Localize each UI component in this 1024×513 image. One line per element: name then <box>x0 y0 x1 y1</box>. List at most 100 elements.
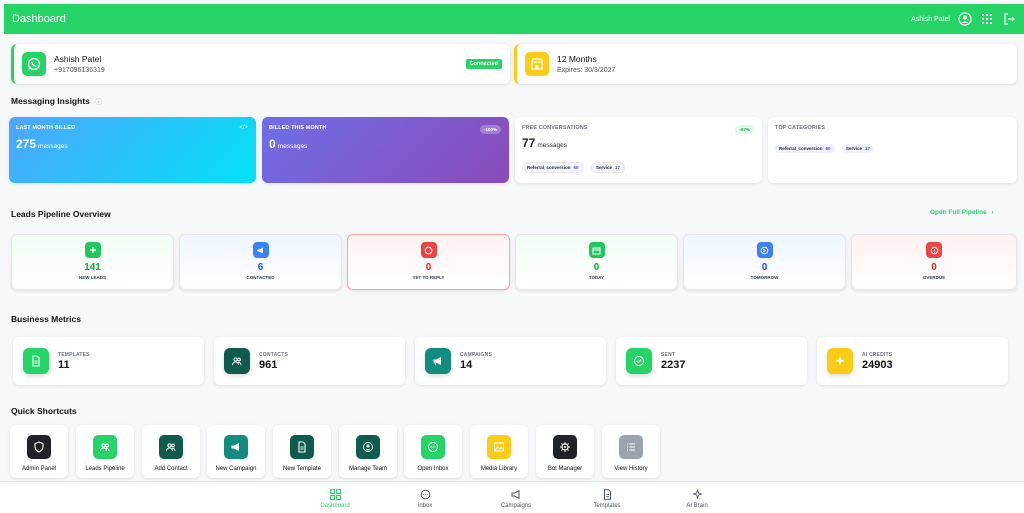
business-metrics-title: Business Metrics <box>11 314 81 324</box>
insight-label: TOP CATEGORIES <box>775 125 825 131</box>
metric-sent[interactable]: SENT 2237 <box>616 337 807 385</box>
pipeline-label: YET TO REPLY <box>412 275 445 280</box>
open-full-pipeline-link[interactable]: Open Full Pipeline › <box>930 209 994 216</box>
category-pill: Service 17 <box>842 144 875 153</box>
pipeline-label: TODAY <box>588 275 605 280</box>
users-icon <box>93 435 117 459</box>
bottom-navigation: Dashboard Inbox Campaigns Templates AI B… <box>0 481 1024 513</box>
shortcut-add-contact[interactable]: Add Contact <box>142 425 200 478</box>
whatsapp-icon <box>22 52 46 76</box>
metric-label: CAMPAIGNS <box>460 351 492 358</box>
user-avatar-icon[interactable] <box>958 12 972 26</box>
contacts-icon <box>224 348 250 374</box>
nav-label: Campaigns <box>500 503 532 509</box>
metric-campaigns[interactable]: CAMPAIGNS 14 <box>415 337 606 385</box>
metric-value: 961 <box>259 358 278 371</box>
pipeline-tomorrow[interactable]: 0 TOMORROW <box>683 234 846 290</box>
shortcut-bot-manager[interactable]: Bot Manager <box>536 425 594 478</box>
nav-label: Dashboard <box>320 503 350 509</box>
shortcut-label: View History <box>614 466 648 472</box>
sparkle-icon <box>827 348 853 374</box>
pipeline-today[interactable]: 0 TODAY <box>515 234 678 290</box>
insight-unit: messages <box>38 143 68 150</box>
pipeline-value: 141 <box>84 262 101 273</box>
category-pill: Referral_conversion 60 <box>775 144 835 153</box>
apps-grid-icon[interactable] <box>980 12 994 26</box>
insight-label: BILLED THIS MONTH <box>269 125 327 131</box>
metric-value: 2237 <box>661 358 686 371</box>
insight-value: 77 <box>522 136 536 150</box>
metric-templates[interactable]: TEMPLATES 11 <box>13 337 204 385</box>
document-icon <box>23 348 49 374</box>
metric-label: SENT <box>661 351 676 358</box>
nav-ai-brain[interactable]: AI Brain <box>667 488 727 509</box>
users-icon <box>159 435 183 459</box>
chat-icon <box>395 488 455 500</box>
image-icon <box>487 435 511 459</box>
shortcut-media-library[interactable]: Media Library <box>470 425 528 478</box>
megaphone-icon <box>486 488 546 500</box>
shortcut-new-campaign[interactable]: New Campaign <box>207 425 265 478</box>
top-categories-card: TOP CATEGORIES Referral_conversion 60 Ser… <box>768 117 1017 183</box>
category-pill: Referral_conversion 60 <box>522 162 584 173</box>
shield-icon <box>27 435 51 459</box>
account-name: Ashish Patel <box>54 54 102 64</box>
insight-label: FREE CONVERSATIONS <box>522 125 588 131</box>
shortcut-label: New Template <box>283 466 321 472</box>
pipeline-value: 0 <box>931 262 937 273</box>
megaphone-icon <box>425 348 451 374</box>
megaphone-icon <box>252 242 269 258</box>
shortcut-label: Admin Panel <box>21 466 57 472</box>
connection-status-badge: Connected <box>465 59 502 69</box>
nav-label: Templates <box>593 503 621 509</box>
user-name: Ashish Patel <box>911 15 950 23</box>
pipeline-label: CONTACTED <box>246 275 275 280</box>
shortcut-label: Leads Pipeline <box>85 466 125 472</box>
nav-templates[interactable]: Templates <box>577 488 637 509</box>
plan-title: 12 Months <box>557 54 597 64</box>
shortcut-label: Open Inbox <box>417 466 449 472</box>
nav-dashboard[interactable]: Dashboard <box>305 488 365 509</box>
shortcut-open-inbox[interactable]: Open Inbox <box>404 425 462 478</box>
pipeline-overdue[interactable]: 0 OVERDUE <box>851 234 1017 290</box>
document-icon <box>290 435 314 459</box>
store-icon <box>525 52 549 76</box>
pipeline-value: 0 <box>425 262 432 273</box>
shortcut-leads-pipeline[interactable]: Leads Pipeline <box>76 425 134 478</box>
shortcut-new-template[interactable]: New Template <box>273 425 331 478</box>
calendar-icon <box>588 242 605 258</box>
check-circle-icon <box>626 348 652 374</box>
metric-ai-credits[interactable]: AI CREDITS 24903 <box>817 337 1008 385</box>
forward-icon <box>756 242 773 258</box>
nav-inbox[interactable]: Inbox <box>395 488 455 509</box>
insight-unit: messages <box>277 143 308 150</box>
pipeline-label: NEW LEADS <box>79 275 106 280</box>
metric-value: 14 <box>460 358 473 371</box>
pipeline-yet-to-reply[interactable]: 0 YET TO REPLY <box>347 234 510 290</box>
insight-label: LAST MONTH BILLED <box>16 125 76 131</box>
pipeline-label: OVERDUE <box>922 275 946 280</box>
metric-label: AI CREDITS <box>862 351 893 358</box>
metric-contacts[interactable]: CONTACTS 961 <box>214 337 405 385</box>
pipeline-new-leads[interactable]: 141 NEW LEADS <box>11 234 174 290</box>
shortcut-label: New Campaign <box>215 466 257 472</box>
shortcut-view-history[interactable]: View History <box>602 425 660 478</box>
shortcut-manage-team[interactable]: Manage Team <box>339 425 397 478</box>
pipeline-contacted[interactable]: 6 CONTACTED <box>179 234 342 290</box>
nav-label: Inbox <box>417 503 433 509</box>
shortcut-label: Media Library <box>480 466 518 472</box>
sparkle-icon <box>667 488 727 500</box>
metric-value: 24903 <box>862 358 893 371</box>
insight-value: 275 <box>16 137 37 151</box>
shortcut-admin-panel[interactable]: Admin Panel <box>10 425 68 478</box>
info-icon[interactable]: ⓘ <box>95 99 102 106</box>
pipeline-value: 0 <box>761 262 768 273</box>
logout-icon[interactable] <box>1002 12 1016 26</box>
nav-campaigns[interactable]: Campaigns <box>486 488 546 509</box>
pipeline-label: TOMORROW <box>750 275 779 280</box>
insight-unit: messages <box>537 142 567 149</box>
metric-value: 11 <box>58 358 70 371</box>
pipeline-value: 0 <box>593 262 600 273</box>
account-phone: +917096136319 <box>54 67 105 74</box>
metric-label: CONTACTS <box>259 351 289 358</box>
